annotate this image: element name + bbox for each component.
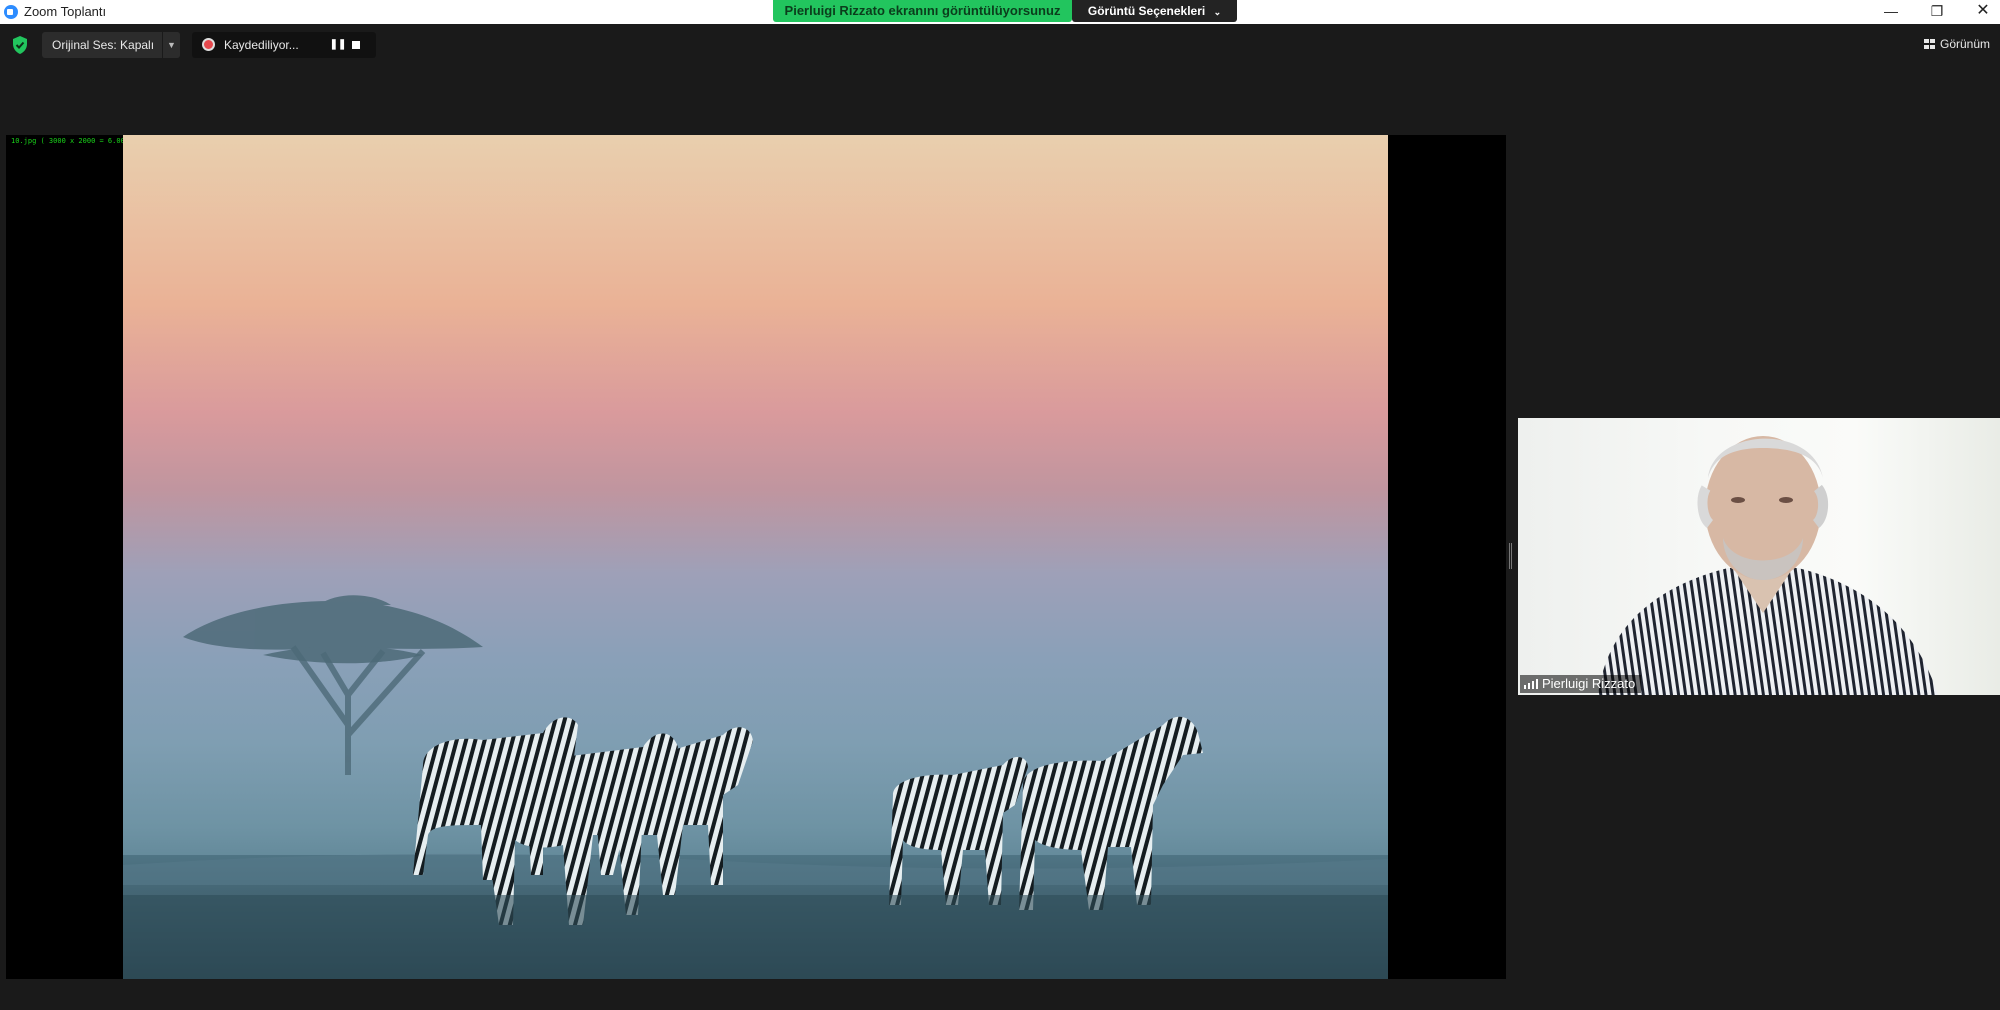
panel-resize-handle[interactable] — [1509, 543, 1512, 569]
pause-icon[interactable]: ❚❚ — [328, 32, 348, 58]
zoom-app-icon — [4, 5, 18, 19]
participant-name-tag: Pierluigi Rizzato — [1520, 675, 1642, 693]
screen-share-banner-text: Pierluigi Rizzato ekranını görüntülüyors… — [784, 3, 1061, 18]
shield-check-icon[interactable] — [12, 36, 28, 54]
grid-view-icon — [1924, 39, 1935, 49]
original-audio-label: Orijinal Ses: Kapalı — [52, 38, 155, 52]
original-audio-button[interactable]: Orijinal Ses: Kapalı — [42, 32, 180, 58]
close-button[interactable]: ✕ — [1960, 0, 2000, 24]
window-title: Zoom Toplantı — [24, 4, 107, 19]
participant-video-tile[interactable]: Pierluigi Rizzato — [1518, 418, 2000, 695]
view-options-label: Görüntü Seçenekleri — [1087, 4, 1206, 18]
minimize-button[interactable]: — — [1868, 0, 1914, 24]
shared-photo — [123, 135, 1388, 979]
original-audio-dropdown-icon[interactable]: ▼ — [162, 32, 180, 58]
shared-screen: 10.jpg ( 3000 x 2000 = 6.00 MP ; 4.257 K… — [6, 135, 1506, 979]
recording-indicator: Kaydediliyor... ❚❚ — [192, 32, 376, 58]
participant-name: Pierluigi Rizzato — [1542, 676, 1636, 691]
title-bar: Zoom Toplantı Pierluigi Rizzato ekranını… — [0, 0, 2000, 24]
view-options-button[interactable]: Görüntü Seçenekleri ⌄ — [1072, 0, 1237, 22]
recording-label: Kaydediliyor... — [224, 38, 299, 52]
signal-bars-icon — [1524, 679, 1538, 689]
zebra-savanna-photo — [123, 595, 1388, 979]
view-button[interactable]: Görünüm — [1924, 33, 2000, 55]
view-label: Görünüm — [1940, 37, 1991, 51]
recording-dot-icon — [202, 38, 215, 51]
restore-button[interactable]: ❐ — [1914, 0, 1960, 24]
chevron-down-icon: ⌄ — [1213, 7, 1222, 17]
screen-share-banner: Pierluigi Rizzato ekranını görüntülüyors… — [773, 0, 1072, 22]
participant-video — [1598, 436, 1938, 695]
stop-icon[interactable] — [352, 41, 360, 49]
